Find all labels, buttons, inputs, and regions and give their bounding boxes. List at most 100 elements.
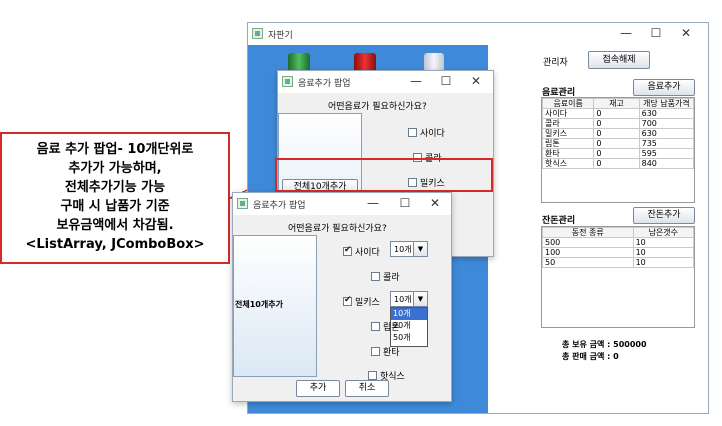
- change-section-title: 잔돈관리: [542, 216, 576, 226]
- cell-stock: 0: [593, 108, 640, 119]
- cell-coin: 50: [542, 257, 634, 268]
- cell-price: 735: [638, 138, 695, 149]
- annotation-line-1: 음료 추가 팝업- 10개단위로: [36, 142, 194, 157]
- table-row[interactable]: 콜라 0 700: [541, 118, 695, 129]
- popup-back-item-sprite[interactable]: 사이다: [408, 126, 445, 139]
- cell-price: 840: [638, 158, 695, 169]
- cell-stock: 0: [593, 138, 640, 149]
- change-table: 동전 종류 남은갯수 500 10 100 10 50 10: [542, 227, 695, 268]
- cancel-button[interactable]: 취소: [345, 380, 389, 397]
- app-icon: [252, 28, 263, 39]
- close-icon[interactable]: ✕: [678, 26, 694, 40]
- dropdown-option-10[interactable]: 10개: [391, 308, 427, 320]
- drink-table-header: 음료이름 재고 개당 납품가격: [541, 98, 695, 109]
- chevron-down-icon[interactable]: ▼: [413, 292, 427, 306]
- cell-stock: 0: [593, 128, 640, 139]
- logout-button[interactable]: 접속해제: [588, 51, 650, 69]
- popup-back-question: 어떤음료가 필요하신가요?: [328, 102, 427, 112]
- annotation-line-2: 추가가 가능하며,: [68, 161, 162, 176]
- add-change-button[interactable]: 잔돈추가: [633, 207, 695, 224]
- popup-front-item-sprite[interactable]: 사이다: [343, 245, 380, 258]
- table-row[interactable]: 밀키스 0 630: [541, 128, 695, 139]
- col-remaining[interactable]: 남은갯수: [632, 227, 695, 238]
- cell-price: 700: [638, 118, 695, 129]
- checkbox-icon[interactable]: [408, 128, 417, 137]
- checkbox-icon[interactable]: [371, 322, 380, 331]
- main-titlebar: 자판기 — ☐ ✕: [248, 23, 708, 45]
- maximize-icon[interactable]: ☐: [438, 74, 454, 88]
- add-drink-button[interactable]: 음료추가: [633, 79, 695, 96]
- cell-name: 사이다: [541, 108, 595, 119]
- popup-front-item-milkis[interactable]: 밀키스: [343, 295, 380, 308]
- table-row[interactable]: 환타 0 595: [541, 148, 695, 159]
- item-label: 립톤: [383, 323, 400, 333]
- popup-front-item-fanta[interactable]: 환타: [371, 345, 400, 358]
- popup-front-title: 음료추가 팝업: [253, 201, 306, 211]
- annotation-line-6: <ListArray, JComboBox>: [25, 237, 205, 252]
- cell-stock: 0: [593, 148, 640, 159]
- item-label: 사이다: [420, 129, 445, 139]
- cell-count: 10: [632, 247, 695, 258]
- col-drink-name[interactable]: 음료이름: [541, 98, 595, 109]
- annotation-line-5: 보유금액에서 차감됨.: [56, 218, 174, 233]
- table-row[interactable]: 500 10: [542, 237, 695, 248]
- checkbox-checked-icon[interactable]: [343, 245, 352, 256]
- cell-stock: 0: [593, 118, 640, 129]
- popup-app-icon: [282, 76, 293, 87]
- annotation-text: 음료 추가 팝업- 10개단위로 추가가 가능하며, 전체추가기능 가능 구매 …: [2, 140, 228, 254]
- cell-price: 630: [638, 128, 695, 139]
- table-row[interactable]: 사이다 0 630: [541, 108, 695, 119]
- item-label: 사이다: [355, 248, 380, 258]
- col-coin-type[interactable]: 동전 종류: [542, 227, 634, 238]
- chevron-down-icon[interactable]: ▼: [413, 242, 427, 256]
- popup-back-title: 음료추가 팝업: [298, 79, 351, 89]
- close-icon[interactable]: ✕: [468, 74, 484, 88]
- table-row[interactable]: 립톤 0 735: [541, 138, 695, 149]
- cell-name: 콜라: [541, 118, 595, 129]
- table-row[interactable]: 50 10: [542, 257, 695, 268]
- table-row[interactable]: 핫식스 0 840: [541, 158, 695, 169]
- item-label: 환타: [383, 348, 400, 358]
- popup-front-item-coke[interactable]: 콜라: [371, 270, 400, 283]
- popup-front: 음료추가 팝업 — ☐ ✕ 어떤음료가 필요하신가요? 전체10개추가 사이다 …: [232, 192, 452, 402]
- minimize-icon[interactable]: —: [408, 74, 424, 88]
- main-title: 자판기: [268, 31, 293, 41]
- change-table-header: 동전 종류 남은갯수: [542, 227, 695, 238]
- cell-count: 10: [632, 257, 695, 268]
- item-label: 콜라: [383, 273, 400, 283]
- annotation-line-4: 구매 시 납품가 기준: [60, 199, 170, 214]
- cell-name: 립톤: [541, 138, 595, 149]
- col-stock[interactable]: 재고: [593, 98, 640, 109]
- highlight-box: [275, 158, 493, 192]
- col-unit-price[interactable]: 개당 납품가격: [638, 98, 695, 109]
- minimize-icon[interactable]: —: [618, 26, 634, 40]
- add-button[interactable]: 추가: [296, 380, 340, 397]
- drink-table-container: 음료이름 재고 개당 납품가격 사이다 0 630 콜라 0 700 밀키스 0 630 립…: [541, 97, 695, 203]
- admin-label: 관리자: [543, 58, 568, 68]
- combo-value: 10개: [394, 295, 412, 304]
- dropdown-option-50[interactable]: 50개: [391, 332, 427, 344]
- minimize-icon[interactable]: —: [365, 196, 381, 210]
- change-table-container: 동전 종류 남은갯수 500 10 100 10 50 10: [541, 226, 695, 328]
- popup-front-add-all-button[interactable]: 전체10개추가: [235, 299, 283, 310]
- table-row[interactable]: 100 10: [542, 247, 695, 258]
- maximize-icon[interactable]: ☐: [648, 26, 664, 40]
- checkbox-icon[interactable]: [371, 347, 380, 356]
- popup-front-question: 어떤음료가 필요하신가요?: [288, 224, 387, 234]
- popup-app-icon: [237, 198, 248, 209]
- cell-name: 밀키스: [541, 128, 595, 139]
- sprite-quantity-combo[interactable]: 10개 ▼: [390, 241, 428, 257]
- checkbox-icon[interactable]: [371, 272, 380, 281]
- popup-front-item-lipton[interactable]: 립톤: [371, 320, 400, 333]
- cell-price: 595: [638, 148, 695, 159]
- annotation-box: 음료 추가 팝업- 10개단위로 추가가 가능하며, 전체추가기능 가능 구매 …: [0, 132, 230, 264]
- checkbox-icon[interactable]: [368, 371, 377, 380]
- milkis-quantity-combo[interactable]: 10개 ▼: [390, 291, 428, 307]
- maximize-icon[interactable]: ☐: [397, 196, 413, 210]
- popup-back-titlebar: 음료추가 팝업 — ☐ ✕: [278, 71, 493, 93]
- combo-value: 10개: [394, 245, 412, 254]
- close-icon[interactable]: ✕: [427, 196, 443, 210]
- annotation-line-3: 전체추가기능 가능: [64, 180, 166, 195]
- cell-name: 핫식스: [541, 158, 595, 169]
- checkbox-checked-icon[interactable]: [343, 295, 352, 306]
